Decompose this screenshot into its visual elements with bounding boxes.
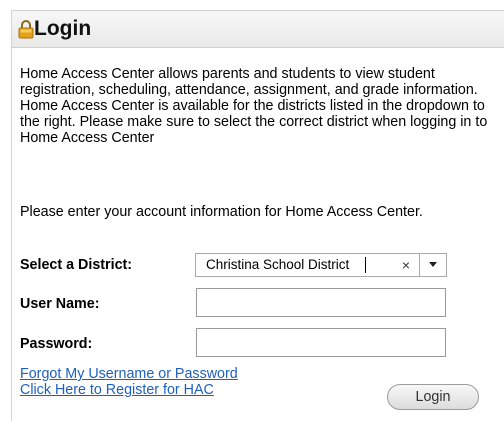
district-label: Select a District:	[20, 257, 133, 273]
intro-text: Home Access Center allows parents and st…	[20, 66, 488, 146]
district-value: Christina School District	[206, 257, 350, 272]
page-title: Login	[34, 17, 92, 40]
clear-icon[interactable]: ×	[396, 256, 416, 274]
login-header: Login	[12, 10, 504, 48]
text-caret	[365, 257, 366, 273]
chevron-down-icon[interactable]	[421, 254, 445, 276]
select-divider	[419, 254, 420, 276]
password-input[interactable]	[196, 328, 446, 357]
forgot-credentials-link[interactable]: Forgot My Username or Password	[20, 366, 238, 382]
district-select[interactable]: Christina School District ×	[195, 253, 447, 277]
lock-icon	[18, 20, 34, 39]
username-label: User Name:	[20, 296, 100, 312]
register-link[interactable]: Click Here to Register for HAC	[20, 382, 214, 398]
password-label: Password:	[20, 336, 93, 352]
login-button[interactable]: Login	[387, 384, 479, 410]
account-prompt: Please enter your account information fo…	[20, 204, 423, 220]
username-input[interactable]	[196, 288, 446, 317]
